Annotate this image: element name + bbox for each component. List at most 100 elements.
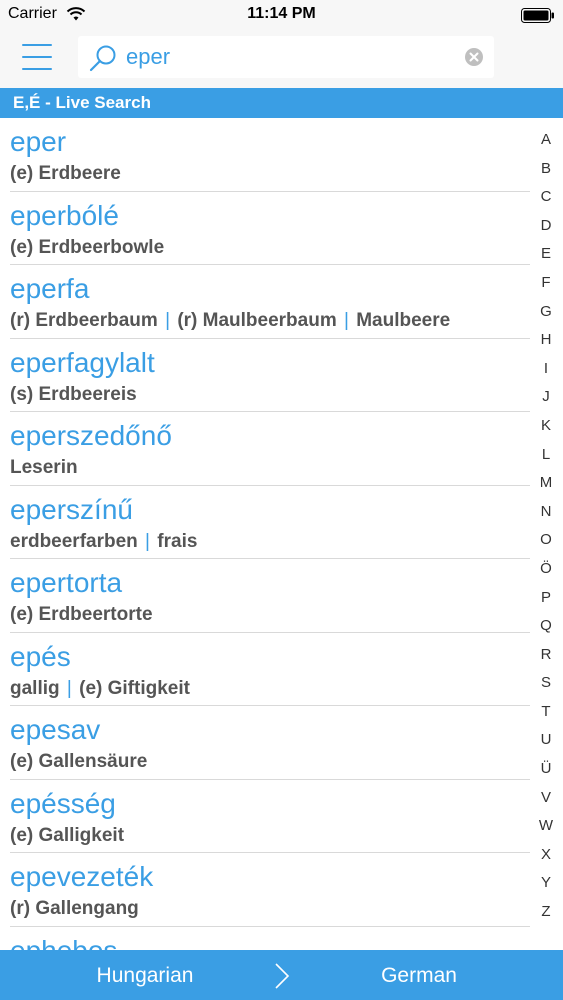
list-item[interactable]: epevezeték (r) Gallengang <box>0 853 530 927</box>
list-item[interactable]: eperfagylalt (s) Erdbeereis <box>0 339 530 413</box>
list-item[interactable]: epertorta (e) Erdbeertorte <box>0 559 530 633</box>
search-box[interactable] <box>78 36 494 78</box>
index-letter[interactable]: Ö <box>529 555 563 584</box>
index-letter[interactable]: W <box>529 812 563 841</box>
list-item[interactable]: ephebos <box>0 927 530 951</box>
item-translation: Leserin <box>10 457 78 479</box>
translation-text: (r) Gallengang <box>10 898 139 919</box>
index-letter[interactable]: J <box>529 383 563 412</box>
item-headword: epertorta <box>10 567 123 598</box>
item-translation: gallig | (e) Giftigkeit <box>10 678 190 700</box>
item-headword: ephebos <box>10 934 118 951</box>
translation-separator: | <box>139 530 156 552</box>
index-letter[interactable]: D <box>529 212 563 241</box>
item-headword: epés <box>10 640 71 672</box>
section-header: E,É - Live Search <box>0 88 563 118</box>
list-item[interactable]: eperfa (r) Erdbeerbaum | (r) Maulbeerbaum… <box>0 265 530 339</box>
item-translation: (e) Erdbeere <box>10 163 121 185</box>
index-letter[interactable]: H <box>529 326 563 355</box>
list-item[interactable]: epésség (e) Galligkeit <box>0 780 530 854</box>
alphabet-index[interactable]: ABCDEFGHIJKLMNOÖPQRSTUÜVWXYZ <box>529 126 563 926</box>
translation-separator: | <box>338 310 355 331</box>
item-translation: (r) Erdbeerbaum | (r) Maulbeerbaum | Mau… <box>10 310 450 332</box>
clear-icon[interactable] <box>464 47 484 67</box>
list-item[interactable]: epesav (e) Gallensäure <box>0 706 530 780</box>
index-letter[interactable]: S <box>529 669 563 698</box>
index-letter[interactable]: I <box>529 355 563 384</box>
index-letter[interactable]: Z <box>529 898 563 927</box>
index-letter[interactable]: A <box>529 126 563 155</box>
item-translation: (s) Erdbeereis <box>10 384 137 406</box>
menu-button[interactable] <box>22 40 54 74</box>
index-letter[interactable]: V <box>529 784 563 813</box>
status-bar: Carrier 11:14 PM <box>0 0 563 30</box>
item-headword: eperszínű <box>10 493 133 525</box>
target-language-button[interactable]: German <box>274 964 563 988</box>
battery-icon <box>521 8 554 23</box>
index-letter[interactable]: O <box>529 526 563 555</box>
translation-text: frais <box>157 530 198 552</box>
index-letter[interactable]: N <box>529 498 563 527</box>
item-translation: (e) Erdbeerbowle <box>10 237 164 259</box>
index-letter[interactable]: Q <box>529 612 563 641</box>
item-headword: eperfagylalt <box>10 346 155 378</box>
translation-text: Maulbeere <box>356 310 451 331</box>
search-icon <box>89 45 116 72</box>
list-item[interactable]: eperszínű erdbeerfarben | frais <box>0 486 530 560</box>
index-letter[interactable]: C <box>529 183 563 212</box>
translation-text: (e) Gallensäure <box>10 751 148 772</box>
translation-separator: | <box>159 310 176 331</box>
translation-text: (e) Erdbeere <box>10 163 121 184</box>
index-letter[interactable]: M <box>529 469 563 498</box>
index-letter[interactable]: B <box>529 155 563 184</box>
item-headword: epesav <box>10 714 101 745</box>
menu-icon-bar <box>22 68 52 70</box>
index-letter[interactable]: Y <box>529 869 563 898</box>
index-letter[interactable]: F <box>529 269 563 298</box>
item-translation: (e) Erdbeertorte <box>10 604 153 626</box>
results-list: eper (e) Erdbeere eperbólé (e) Erdbeerbowle… <box>0 118 530 950</box>
item-headword: epevezeték <box>10 861 154 892</box>
item-translation: erdbeerfarben | frais <box>10 531 197 553</box>
item-headword: epésség <box>10 787 116 819</box>
index-letter[interactable]: K <box>529 412 563 441</box>
list-item[interactable]: eperszedőnő Leserin <box>0 412 530 486</box>
index-letter[interactable]: E <box>529 240 563 269</box>
source-language-button[interactable]: Hungarian <box>0 964 290 988</box>
index-letter[interactable]: U <box>529 726 563 755</box>
item-headword: eperfa <box>10 273 90 304</box>
index-letter[interactable]: T <box>529 698 563 727</box>
translation-separator: | <box>61 677 78 699</box>
index-letter[interactable]: Ü <box>529 755 563 784</box>
menu-icon-bar <box>22 56 52 58</box>
language-bar: Hungarian German <box>0 950 563 1000</box>
item-headword: eperbólé <box>10 199 119 231</box>
item-translation: (r) Gallengang <box>10 898 139 920</box>
item-headword: eperszedőnő <box>10 420 172 451</box>
translation-text: (e) Galligkeit <box>10 824 125 846</box>
index-letter[interactable]: X <box>529 841 563 870</box>
translation-text: (e) Erdbeertorte <box>10 604 153 625</box>
list-item[interactable]: eperbólé (e) Erdbeerbowle <box>0 192 530 266</box>
item-headword: eper <box>10 126 67 157</box>
translation-text: Leserin <box>10 457 78 478</box>
list-item[interactable]: epés gallig | (e) Giftigkeit <box>0 633 530 707</box>
section-header-label: E,É - Live Search <box>13 93 151 112</box>
top-bar <box>0 30 563 88</box>
translation-text: (e) Erdbeerbowle <box>10 236 165 258</box>
translation-text: (r) Erdbeerbaum <box>10 310 158 331</box>
index-letter[interactable]: G <box>529 298 563 327</box>
index-letter[interactable]: L <box>529 441 563 470</box>
translation-text: (s) Erdbeereis <box>10 383 137 405</box>
item-translation: (e) Galligkeit <box>10 825 124 847</box>
status-time: 11:14 PM <box>247 5 316 22</box>
translation-text: (r) Maulbeerbaum <box>177 310 337 331</box>
search-input[interactable] <box>126 43 456 71</box>
list-item[interactable]: eper (e) Erdbeere <box>0 118 530 192</box>
item-translation: (e) Gallensäure <box>10 751 147 773</box>
index-letter[interactable]: R <box>529 641 563 670</box>
menu-icon <box>22 44 52 46</box>
translation-text: gallig <box>10 677 60 699</box>
index-letter[interactable]: P <box>529 584 563 613</box>
translation-text: erdbeerfarben <box>10 530 138 552</box>
